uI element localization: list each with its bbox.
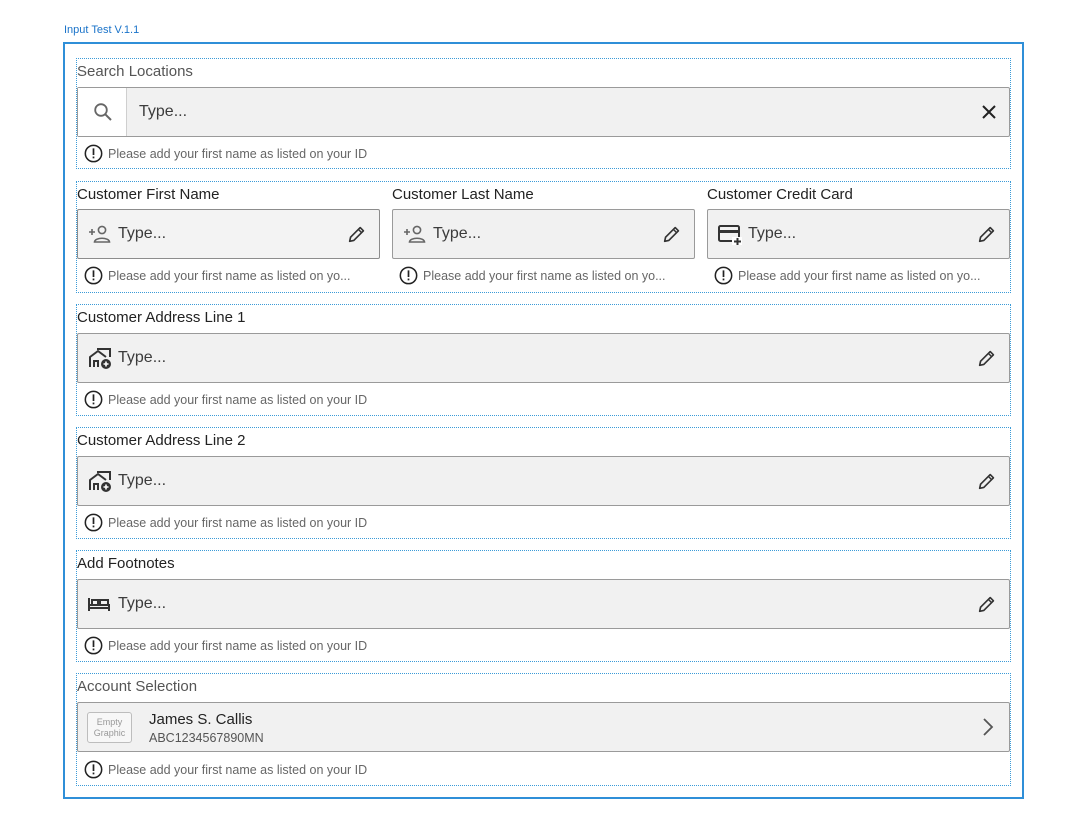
- first-name-helper: Please add your first name as listed on …: [84, 266, 382, 285]
- search-placeholder: Type...: [139, 103, 188, 120]
- frame-title: Input Test V.1.1: [64, 24, 140, 36]
- add-card-icon: [717, 223, 743, 245]
- last-name-placeholder: Type...: [433, 225, 482, 242]
- alert-circle-icon: [84, 636, 103, 655]
- address-line-1-field[interactable]: Type...: [77, 333, 1010, 383]
- search-icon: [94, 103, 112, 121]
- address-line-1-label: Customer Address Line 1: [77, 309, 246, 326]
- search-helper: Please add your first name as listed on …: [84, 144, 367, 163]
- search-icon-well: [78, 88, 127, 136]
- first-name-label: Customer First Name: [77, 186, 220, 203]
- address-line-1-placeholder: Type...: [118, 349, 167, 366]
- add-home-icon: [87, 346, 113, 370]
- pencil-icon[interactable]: [346, 223, 368, 245]
- account-id: ABC1234567890MN: [149, 731, 264, 745]
- address-line-1-helper: Please add your first name as listed on …: [84, 390, 367, 409]
- credit-card-helper: Please add your first name as listed on …: [714, 266, 1012, 285]
- address-line-1-group: Customer Address Line 1 Type... Please a…: [76, 304, 1011, 416]
- alert-circle-icon: [84, 513, 103, 532]
- account-name: James S. Callis: [149, 711, 253, 728]
- add-person-icon: [87, 224, 113, 244]
- address-line-2-placeholder: Type...: [118, 472, 167, 489]
- address-line-2-helper: Please add your first name as listed on …: [84, 513, 367, 532]
- last-name-label: Customer Last Name: [392, 186, 534, 203]
- pencil-icon[interactable]: [976, 593, 998, 615]
- pencil-icon[interactable]: [976, 347, 998, 369]
- credit-card-label: Customer Credit Card: [707, 186, 853, 203]
- credit-card-field[interactable]: Type...: [707, 209, 1010, 259]
- alert-circle-icon: [84, 266, 103, 285]
- account-selector[interactable]: Empty Graphic James S. Callis ABC12345678…: [77, 702, 1010, 752]
- add-home-icon: [87, 469, 113, 493]
- address-line-2-group: Customer Address Line 2 Type... Please a…: [76, 427, 1011, 539]
- pencil-icon[interactable]: [976, 470, 998, 492]
- alert-circle-icon: [84, 760, 103, 779]
- address-line-2-field[interactable]: Type...: [77, 456, 1010, 506]
- pencil-icon[interactable]: [661, 223, 683, 245]
- alert-circle-icon: [84, 390, 103, 409]
- first-name-placeholder: Type...: [118, 225, 167, 242]
- account-selection-group: Account Selection Empty Graphic James S. …: [76, 673, 1011, 786]
- pencil-icon[interactable]: [976, 223, 998, 245]
- search-input[interactable]: Type...: [77, 87, 1010, 137]
- footnotes-field[interactable]: Type...: [77, 579, 1010, 629]
- bed-icon: [87, 594, 111, 614]
- search-locations-group: Search Locations Type... Please add your…: [76, 58, 1011, 169]
- first-name-field[interactable]: Type...: [77, 209, 380, 259]
- last-name-field[interactable]: Type...: [392, 209, 695, 259]
- account-avatar-placeholder: Empty Graphic: [87, 712, 132, 743]
- alert-circle-icon: [714, 266, 733, 285]
- footnotes-helper: Please add your first name as listed on …: [84, 636, 367, 655]
- account-selection-label: Account Selection: [77, 678, 198, 695]
- footnotes-group: Add Footnotes Type... Please add your fi…: [76, 550, 1011, 662]
- credit-card-placeholder: Type...: [748, 225, 797, 242]
- footnotes-label: Add Footnotes: [77, 555, 175, 572]
- footnotes-placeholder: Type...: [118, 595, 167, 612]
- alert-circle-icon: [399, 266, 418, 285]
- last-name-helper: Please add your first name as listed on …: [399, 266, 697, 285]
- chevron-right-icon[interactable]: [982, 717, 994, 737]
- address-line-2-label: Customer Address Line 2: [77, 432, 246, 449]
- alert-circle-icon: [84, 144, 103, 163]
- customer-row-group: Customer First Name Type... Please add y…: [76, 181, 1011, 293]
- close-icon[interactable]: [981, 104, 997, 120]
- search-label: Search Locations: [77, 63, 193, 80]
- account-helper: Please add your first name as listed on …: [84, 760, 367, 779]
- add-person-icon: [402, 224, 428, 244]
